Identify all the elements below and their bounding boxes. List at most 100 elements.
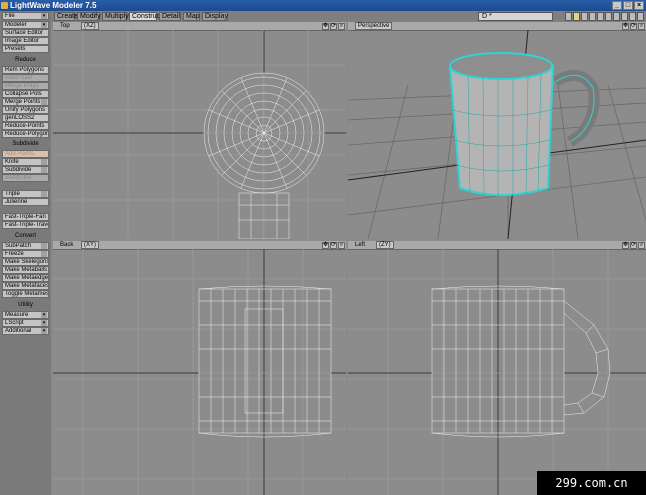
viewport-controls: ✥ ⟳ ⌕ <box>621 241 645 249</box>
shortcut-key-badge <box>41 99 47 105</box>
viewport-controls: ✥ ⟳ ⌕ <box>621 22 645 30</box>
shortcut-key-badge <box>41 167 47 173</box>
move-view-icon[interactable]: ✥ <box>322 23 329 30</box>
tab-detail[interactable]: Detail <box>159 12 181 21</box>
tab-map[interactable]: Map <box>183 12 200 21</box>
layer-box[interactable] <box>597 12 604 21</box>
subpatch-button[interactable]: SubPatch <box>2 242 49 250</box>
knife-label: Knife <box>5 159 19 165</box>
layer-box[interactable] <box>573 12 580 21</box>
lscript-menu-button[interactable]: LScript ▾ <box>2 319 49 327</box>
image-editor-button[interactable]: Image Editor <box>2 37 49 45</box>
convert-section-header: Convert <box>14 233 36 239</box>
tab-create[interactable]: Create <box>54 12 78 21</box>
zoom-icon[interactable]: ⌕ <box>638 242 645 249</box>
left-view-canvas <box>348 249 646 495</box>
tool-sidebar: File ▾ Modeler ▾ Surface Editor Image Edit… <box>0 11 51 495</box>
layer-selector[interactable]: D * <box>478 12 553 21</box>
shortcut-key-badge <box>41 251 47 257</box>
dropdown-arrow-icon: ▾ <box>41 13 47 19</box>
zoom-icon[interactable]: ⌕ <box>638 23 645 30</box>
collapse-pols-button[interactable]: Collapse Pols <box>2 90 49 98</box>
dropdown-arrow-icon: ▾ <box>41 22 47 28</box>
julienne-button[interactable]: Julienne <box>2 198 49 206</box>
tab-construct[interactable]: Construct <box>129 12 162 21</box>
add-points-button[interactable]: Add Points <box>2 150 49 158</box>
rotate-view-icon[interactable]: ⟳ <box>630 23 637 30</box>
file-menu-button[interactable]: File ▾ <box>2 12 49 20</box>
layer-box[interactable] <box>629 12 636 21</box>
close-button[interactable]: × <box>634 1 644 10</box>
layer-box[interactable] <box>589 12 596 21</box>
rotate-view-icon[interactable]: ⟳ <box>330 23 337 30</box>
reduce-polygons-button[interactable]: Reduce-Polygons <box>2 130 49 138</box>
toggle-metamesh-button[interactable]: Toggle Metamesh <box>2 290 49 298</box>
layer-box[interactable] <box>621 12 628 21</box>
surface-editor-button[interactable]: Surface Editor <box>2 29 49 37</box>
layer-bank <box>565 12 646 21</box>
tab-multiply[interactable]: Multiply <box>102 12 129 21</box>
make-metaballs-button[interactable]: Make Metaballs <box>2 266 49 274</box>
maximize-button[interactable]: □ <box>623 1 633 10</box>
reduce-points-button[interactable]: Reduce-Points <box>2 122 49 130</box>
axes <box>53 249 346 495</box>
unify-polygons-button[interactable]: Unify Polygons <box>2 106 49 114</box>
viewport-label: Top <box>60 23 70 29</box>
zoom-icon[interactable]: ⌕ <box>338 242 345 249</box>
merge-points-button[interactable]: Merge Points <box>2 98 49 106</box>
layer-box[interactable] <box>581 12 588 21</box>
back-view-canvas <box>53 249 346 495</box>
viewport-back[interactable]: Back (XY) ✥ ⟳ ⌕ <box>53 241 346 495</box>
zoom-icon[interactable]: ⌕ <box>338 23 345 30</box>
tab-display[interactable]: Display <box>202 12 228 21</box>
viewport-perspective[interactable]: Perspective ✥ ⟳ ⌕ <box>348 22 646 239</box>
mug-back-wireframe <box>198 285 332 438</box>
viewport-label: Back <box>60 242 74 248</box>
genloss2-button[interactable]: genLOSS2 <box>2 114 49 122</box>
move-view-icon[interactable]: ✥ <box>622 23 629 30</box>
grid <box>53 249 346 495</box>
rem-polygons-button[interactable]: Rem Polygons <box>2 66 49 74</box>
minimize-button[interactable]: _ <box>612 1 622 10</box>
band-saw-button[interactable]: Band Saw <box>2 74 49 82</box>
make-metaedges-button[interactable]: Make Metaedges <box>2 274 49 282</box>
view-mode-dropdown[interactable]: (ZY) <box>376 241 394 249</box>
fast-triple-traverse-button[interactable]: Fast-Triple-Trave... <box>2 221 49 229</box>
tab-modify[interactable]: Modify <box>77 12 101 21</box>
knife-button[interactable]: Knife <box>2 158 49 166</box>
bandglue-button[interactable]: BandGlue <box>2 174 49 182</box>
additional-label: Additional <box>5 328 32 334</box>
view-mode-dropdown[interactable]: (XY) <box>81 241 99 249</box>
layer-box[interactable] <box>613 12 620 21</box>
viewport-left[interactable]: Left (ZY) ✥ ⟳ ⌕ <box>348 241 646 495</box>
make-skelegons-button[interactable]: Make Skelegons <box>2 258 49 266</box>
rotate-view-icon[interactable]: ⟳ <box>630 242 637 249</box>
viewport-controls: ✥ ⟳ ⌕ <box>321 22 345 30</box>
fast-triple-fan-button[interactable]: Fast-Triple-Fan <box>2 213 49 221</box>
layer-box[interactable] <box>637 12 644 21</box>
layer-box[interactable] <box>605 12 612 21</box>
subdivide-button[interactable]: Subdivide <box>2 166 49 174</box>
make-metafaces-button[interactable]: Make Metafaces <box>2 282 49 290</box>
merge-polys-button[interactable]: Merge Polys <box>2 82 49 90</box>
view-mode-dropdown[interactable]: Perspective <box>355 22 393 30</box>
presets-button[interactable]: Presets <box>2 45 49 53</box>
shortcut-key-badge <box>41 159 47 165</box>
dropdown-arrow-icon: ▾ <box>41 328 47 334</box>
lscript-label: LScript <box>5 320 24 326</box>
triple-button[interactable]: Triple <box>2 190 49 198</box>
shortcut-key-badge <box>41 191 47 197</box>
watermark: 299.com.cn <box>537 471 646 495</box>
view-mode-dropdown[interactable]: (XZ) <box>81 22 99 30</box>
move-view-icon[interactable]: ✥ <box>622 242 629 249</box>
measure-menu-button[interactable]: Measure ▾ <box>2 311 49 319</box>
freeze-button[interactable]: Freeze <box>2 250 49 258</box>
viewport-label: Left <box>355 242 366 248</box>
move-view-icon[interactable]: ✥ <box>322 242 329 249</box>
additional-menu-button[interactable]: Additional ▾ <box>2 327 49 335</box>
layer-box[interactable] <box>565 12 572 21</box>
rotate-view-icon[interactable]: ⟳ <box>330 242 337 249</box>
modeler-menu-button[interactable]: Modeler ▾ <box>2 21 49 29</box>
viewport-top[interactable]: Top (XZ) ✥ ⟳ ⌕ <box>53 22 346 239</box>
mug-top-wireframe <box>203 72 325 239</box>
